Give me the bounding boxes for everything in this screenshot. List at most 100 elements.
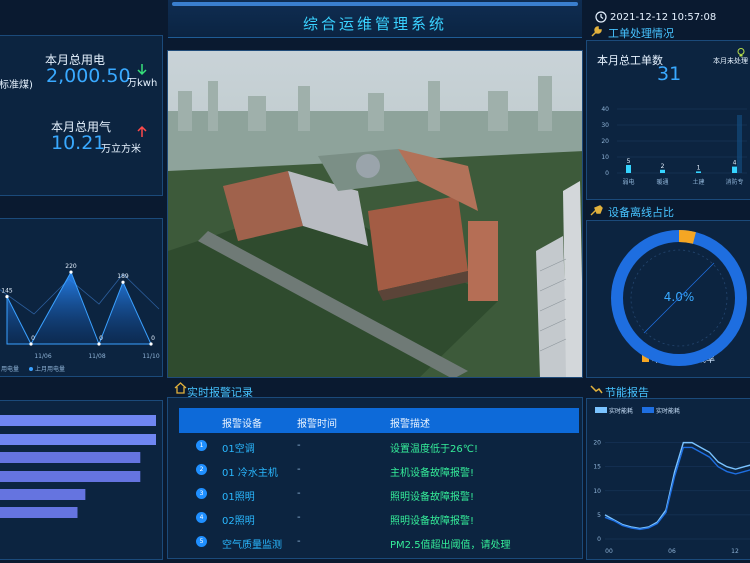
left-unit-fragment: 标准煤) bbox=[0, 80, 33, 91]
wo-category-label: 消防专 bbox=[725, 178, 743, 186]
energy-saving-chart: 2015105000 06 12实时能耗 实时能耗 bbox=[593, 407, 750, 555]
wo-y-tick: 0 bbox=[605, 170, 609, 177]
trend-icon bbox=[590, 385, 603, 394]
offline-panel: 4.0% 本月设备掉线率 bbox=[586, 220, 750, 378]
offline-donut-chart: 4.0% 本月设备掉线率 bbox=[611, 230, 747, 366]
es-y-tick: 5 bbox=[597, 512, 601, 519]
row-number: 1 bbox=[196, 440, 207, 451]
power-point bbox=[69, 270, 73, 274]
wo-bar-value: 4 bbox=[733, 160, 737, 167]
header: 综合运维管理系统 bbox=[168, 0, 582, 38]
row-desc: 主机设备故障报警! bbox=[390, 468, 475, 479]
power-value-label: 189 bbox=[117, 273, 129, 280]
wo-category-label: 弱电 bbox=[622, 178, 634, 186]
es-legend-2: 实时能耗 bbox=[656, 407, 680, 415]
wo-bar-value: 2 bbox=[661, 163, 665, 170]
header-desc: 报警描述 bbox=[390, 419, 430, 430]
wo-y-tick: 30 bbox=[601, 122, 609, 129]
power-legend-1: 用电量 bbox=[1, 365, 19, 373]
power-value-label: 0 bbox=[31, 335, 35, 342]
energy-saving-panel: 20 15 10 5 0 00 06 12 实时能耗 实时能耗 bbox=[586, 398, 750, 560]
row-number: 5 bbox=[196, 536, 207, 547]
power-usage-area bbox=[6, 270, 152, 346]
power-value-label: 220 bbox=[65, 263, 77, 270]
header-accent-bar bbox=[172, 2, 578, 6]
power-usage-chart: 145 0 220 0 189 0 11/06 11/08 11/10 用电量 上月用电量 bbox=[0, 263, 160, 373]
row-desc: 照明设备故障报警! bbox=[390, 516, 475, 527]
offline-diagonal bbox=[643, 262, 715, 334]
power-x-tick: 11/06 bbox=[34, 353, 51, 360]
gas-unit: 万立方米 bbox=[101, 144, 141, 155]
row-desc: 照明设备故障报警! bbox=[390, 492, 475, 503]
power-legend-dot bbox=[29, 367, 33, 371]
row-device: 02照明 bbox=[222, 516, 255, 527]
offline-percent: 4.0% bbox=[664, 290, 695, 304]
left-bar bbox=[0, 489, 86, 500]
power-x-tick: 11/08 bbox=[88, 353, 105, 360]
row-device: 01 冷水主机 bbox=[222, 468, 278, 479]
table-row[interactable]: 1 01空调 - 设置温度低于26℃! bbox=[179, 434, 579, 458]
row-number: 2 bbox=[196, 464, 207, 475]
power-value-label: 0 bbox=[151, 335, 155, 342]
es-x-tick: 06 bbox=[668, 548, 676, 555]
es-legend-1: 实时能耗 bbox=[609, 407, 633, 415]
left-bar bbox=[0, 415, 156, 426]
row-number: 3 bbox=[196, 488, 207, 499]
wo-category-label: 土建 bbox=[692, 178, 704, 186]
power-point bbox=[149, 342, 153, 346]
es-legend-swatch-2 bbox=[642, 407, 654, 413]
wo-unprocessed-bar bbox=[737, 115, 742, 173]
offline-title: 设备离线占比 bbox=[608, 206, 674, 219]
table-row[interactable]: 4 02照明 - 照明设备故障报警! bbox=[179, 506, 579, 530]
power-point bbox=[121, 280, 125, 284]
link-icon bbox=[590, 205, 603, 216]
row-time: - bbox=[297, 536, 301, 547]
es-legend-swatch-1 bbox=[595, 407, 607, 413]
power-point bbox=[29, 342, 33, 346]
work-orders-total-label: 本月总工单数 bbox=[597, 54, 663, 67]
wo-bar bbox=[732, 166, 737, 173]
header-time: 报警时间 bbox=[297, 419, 337, 430]
wo-bar-value: 1 bbox=[697, 164, 701, 171]
row-desc: 设置温度低于26℃! bbox=[390, 444, 478, 455]
wo-bar bbox=[660, 169, 665, 173]
power-value-label: 0 bbox=[99, 335, 103, 342]
electricity-value: 2,000.50 bbox=[46, 65, 131, 87]
alarm-table-header: 报警设备 报警时间 报警描述 bbox=[179, 408, 579, 433]
home-icon bbox=[174, 382, 187, 394]
clock-icon bbox=[595, 11, 607, 23]
es-y-tick: 0 bbox=[597, 536, 601, 543]
table-row[interactable]: 3 01照明 - 照明设备故障报警! bbox=[179, 482, 579, 506]
left-bar-panel bbox=[0, 400, 163, 560]
power-point bbox=[5, 294, 9, 299]
left-bar bbox=[0, 434, 156, 445]
offline-ring-offline bbox=[678, 230, 696, 244]
power-x-tick: 11/10 bbox=[142, 353, 159, 360]
es-y-tick: 15 bbox=[593, 464, 601, 471]
wo-bar bbox=[626, 165, 631, 173]
es-y-tick: 20 bbox=[593, 440, 601, 447]
left-bar bbox=[0, 507, 78, 518]
wo-y-tick: 20 bbox=[601, 138, 609, 145]
row-time: - bbox=[297, 464, 301, 475]
wo-bar bbox=[696, 171, 701, 173]
es-y-tick: 10 bbox=[593, 488, 601, 495]
wo-bar-value: 5 bbox=[627, 158, 631, 165]
left-bar bbox=[0, 452, 141, 463]
work-orders-chart: 40 30 20 10 0 5 弱电 2 暖通 1 土建 4 消防专 bbox=[601, 106, 747, 186]
wrench-icon bbox=[591, 26, 602, 37]
row-time: - bbox=[297, 488, 301, 499]
wo-y-tick: 10 bbox=[601, 154, 609, 161]
power-legend-2: 上月用电量 bbox=[35, 365, 65, 373]
work-orders-title: 工单处理情况 bbox=[608, 27, 674, 40]
left-bar bbox=[0, 471, 141, 482]
table-row[interactable]: 2 01 冷水主机 - 主机设备故障报警! bbox=[179, 458, 579, 482]
work-orders-panel: 本月总工单数 31 本月未处理 40 30 20 10 0 5 弱电 2 暖通 1 土建 4 消防专 bbox=[586, 40, 750, 200]
table-row[interactable]: 5 空气质量监测 - PM2.5值超出阈值，请处理 bbox=[179, 530, 579, 554]
energy-card: 标准煤) 本月总用电 2,000.50 万kwh 本月总用气 10.21 万立方… bbox=[0, 35, 163, 196]
electricity-unit: 万kwh bbox=[127, 78, 158, 89]
row-time: - bbox=[297, 512, 301, 523]
row-device: 01空调 bbox=[222, 444, 255, 455]
power-usage-panel: 145 0 220 0 189 0 11/06 11/08 11/10 用电量 上月用电量 bbox=[0, 218, 163, 377]
datetime-display: 2021-12-12 10:57:08 bbox=[610, 12, 717, 23]
